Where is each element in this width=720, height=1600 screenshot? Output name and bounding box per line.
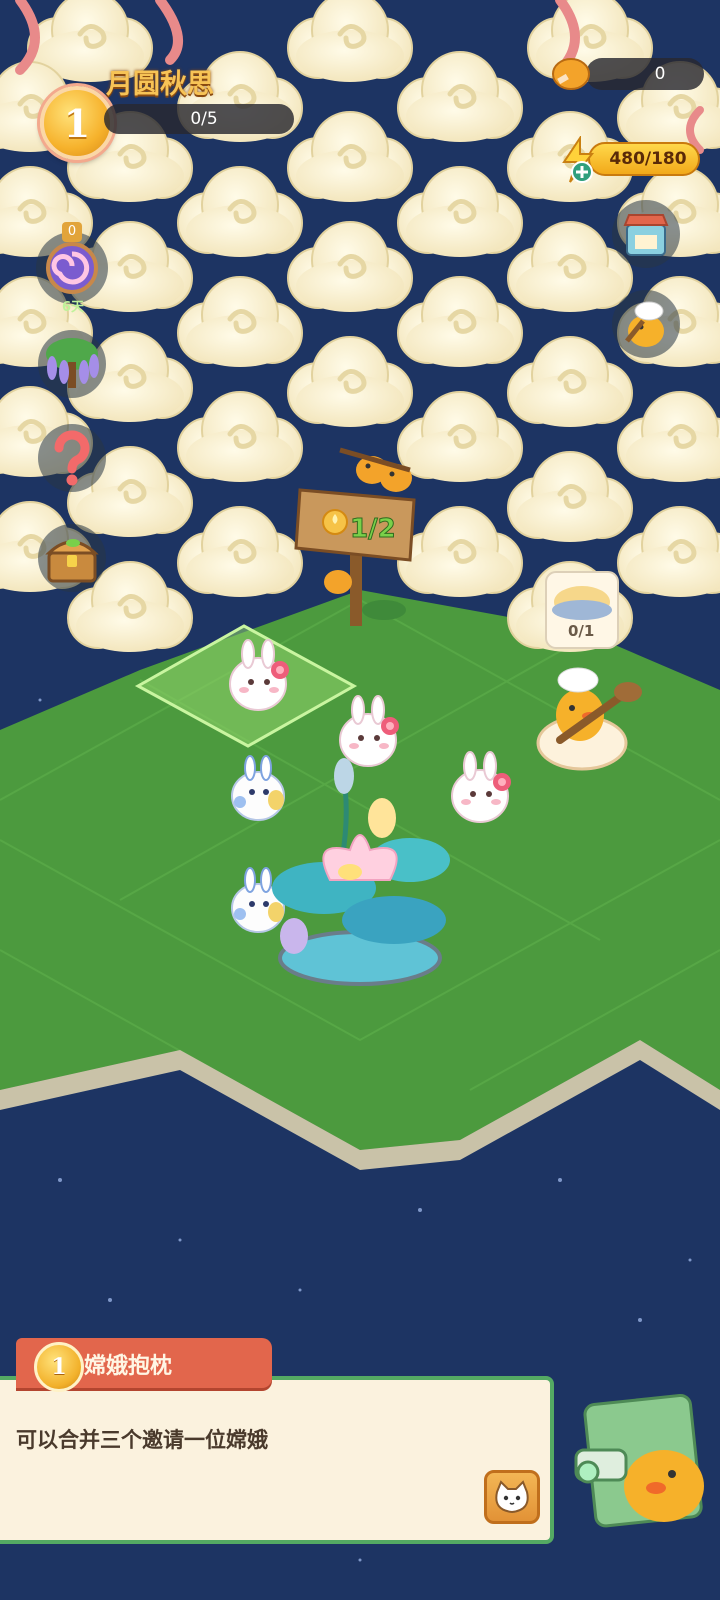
task-card — [0, 1376, 554, 1544]
coin-counter[interactable]: 0 — [586, 58, 704, 90]
wisteria-tree-icon — [46, 338, 99, 388]
pass-days-label: 6天 — [61, 300, 85, 315]
cat-button[interactable] — [484, 1470, 540, 1524]
energy-count: 480/180 — [609, 149, 687, 169]
treasure-chest-button[interactable] — [38, 524, 106, 592]
event-progress-bar: 0/5 — [104, 104, 294, 134]
map-duck-character[interactable] — [574, 1393, 704, 1528]
pass-count-badge: 0 — [62, 222, 82, 242]
level-badge[interactable]: 1 — [40, 86, 114, 160]
lightning-icon[interactable] — [556, 134, 600, 184]
event-progress-text: 0/5 — [190, 109, 218, 129]
swirl-orb-icon — [46, 242, 98, 294]
cat-face-icon — [495, 1480, 529, 1514]
season-pass-button[interactable] — [36, 232, 108, 304]
chef-duck-icon — [625, 301, 664, 347]
shop-button[interactable] — [612, 200, 680, 268]
task-level-badge: 1 — [34, 1342, 84, 1392]
wisteria-tree-button[interactable] — [38, 330, 106, 398]
energy-counter[interactable]: 480/180 — [588, 142, 700, 176]
question-mark-icon — [54, 430, 90, 486]
event-title: 月圆秋思 — [106, 69, 214, 100]
treasure-chest-icon — [45, 539, 99, 583]
chef-button[interactable] — [612, 290, 680, 358]
sign-progress: 1/2 — [350, 514, 396, 544]
food-icon — [548, 50, 594, 96]
task-card-title: 嫦娥抱枕 — [84, 1354, 173, 1379]
task-card-description: 可以合并三个邀请一位嫦娥 — [16, 1428, 268, 1452]
coin-count: 0 — [654, 64, 666, 84]
order-bubble[interactable]: 0/1 — [545, 571, 619, 649]
help-button[interactable] — [38, 424, 106, 492]
shop-icon — [623, 214, 669, 256]
order-progress: 0/1 — [568, 622, 594, 640]
